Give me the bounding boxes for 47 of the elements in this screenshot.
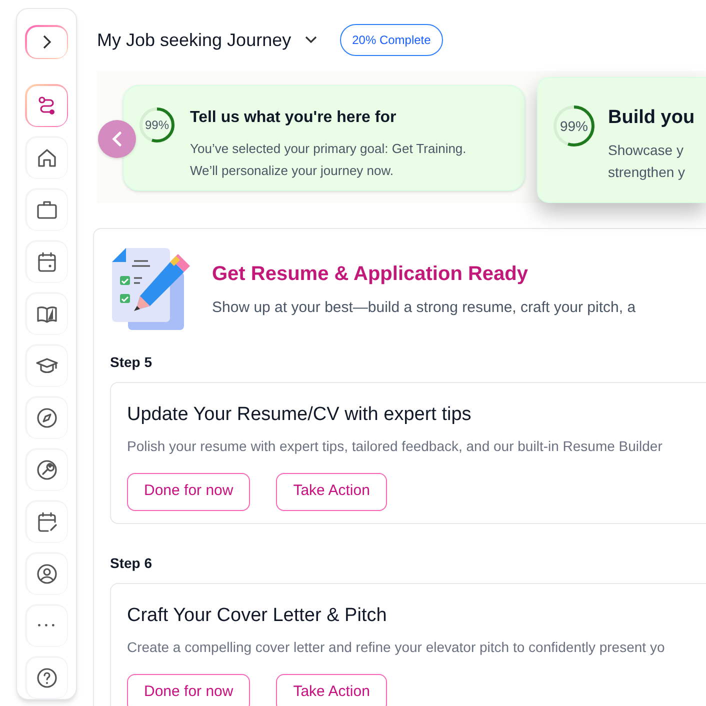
step-description: Create a compelling cover letter and refine your elevator pitch to confidently present yo	[127, 638, 666, 657]
chevron-right-icon	[42, 35, 52, 49]
calendar-icon	[36, 250, 58, 272]
journey-card[interactable]: 99% Tell us what you're here for You’ve selected your primary goal: Get Training. We’ll personalize your journey now.	[123, 85, 525, 191]
progress-badge: 20% Complete	[340, 24, 443, 56]
step-label: Step 6	[110, 554, 154, 573]
sidebar-item[interactable]	[25, 292, 68, 335]
step-title: Update Your Resume/CV with expert tips	[127, 403, 472, 427]
sidebar-item[interactable]	[25, 136, 68, 179]
sidebar-item[interactable]	[25, 500, 68, 543]
progress-percent: 99%	[144, 117, 170, 134]
card-title: Build you	[608, 106, 695, 130]
calendar-edit-icon	[36, 510, 58, 532]
sidebar-item[interactable]	[25, 344, 68, 387]
briefcase-icon	[36, 198, 58, 220]
route-icon	[36, 94, 58, 116]
sidebar-item[interactable]	[25, 188, 68, 231]
compass-icon	[36, 406, 58, 428]
section-subtitle: Show up at your best—build a strong resume, craft your pitch, a	[212, 298, 636, 318]
sidebar-item[interactable]	[25, 656, 68, 699]
sidebar-item[interactable]	[25, 84, 68, 127]
done-for-now-button[interactable]: Done for now	[127, 674, 250, 706]
sidebar-item[interactable]	[25, 552, 68, 595]
wrench-icon	[36, 458, 58, 480]
chevron-down-icon[interactable]	[305, 36, 318, 44]
progress-percent: 99%	[560, 116, 588, 136]
card-description: You’ve selected your primary goal: Get Training. We’ll personalize your journey now.	[190, 140, 468, 180]
take-action-button[interactable]: Take Action	[276, 674, 387, 706]
expand-button[interactable]	[25, 25, 68, 59]
journey-card[interactable]: 99% Build you Showcase y strengthen y	[537, 77, 706, 203]
help-icon	[36, 666, 58, 688]
done-for-now-button[interactable]: Done for now	[127, 472, 250, 510]
more-icon	[38, 624, 55, 627]
sidebar-item[interactable]	[25, 240, 68, 283]
step-title: Craft Your Cover Letter & Pitch	[127, 604, 388, 628]
card-description: Showcase y strengthen y	[608, 140, 686, 182]
journey-title: My Job seeking Journey	[97, 28, 292, 52]
section-title: Get Resume & Application Ready	[212, 262, 529, 287]
take-action-button[interactable]: Take Action	[276, 472, 387, 510]
sidebar-item[interactable]	[25, 396, 68, 439]
step-description: Polish your resume with expert tips, tailored feedback, and our built-in Resume Builder	[127, 436, 664, 456]
home-icon	[36, 146, 58, 168]
card-title: Tell us what you're here for	[190, 108, 398, 128]
sidebar-item[interactable]	[25, 448, 68, 491]
step-label: Step 5	[110, 353, 154, 372]
chevron-left-icon	[112, 131, 122, 147]
user-circle-icon	[36, 562, 58, 584]
